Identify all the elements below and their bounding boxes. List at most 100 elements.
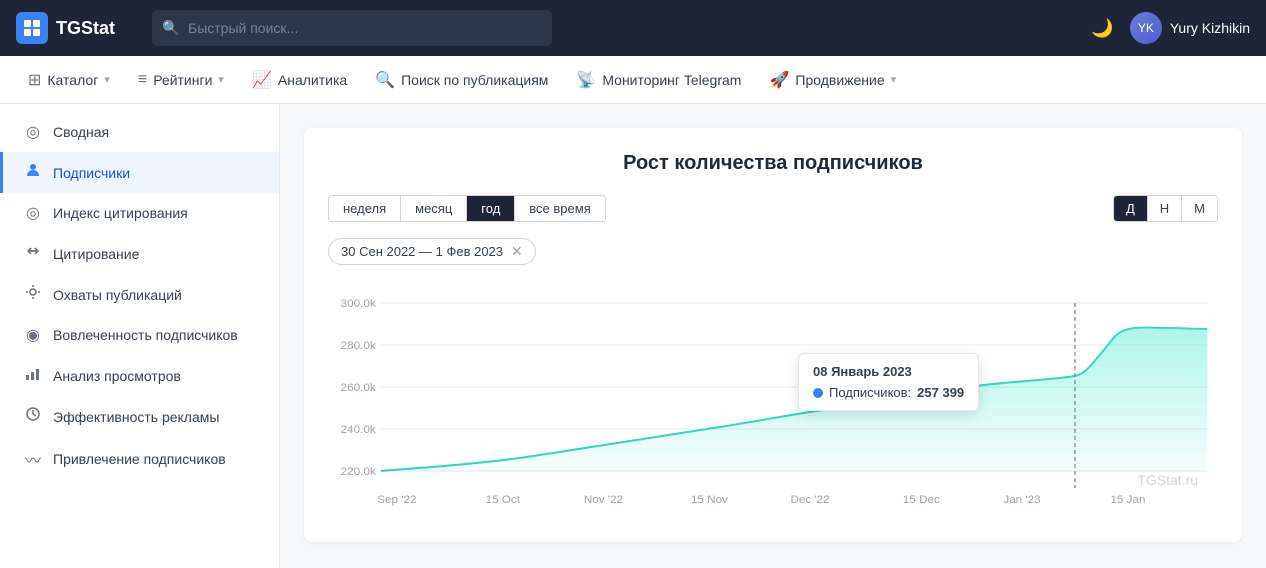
views-icon (23, 365, 43, 386)
secondary-navbar: ⊞ Каталог ▾ ≡ Рейтинги ▾ 📈 Аналитика 🔍 П… (0, 56, 1266, 104)
chart-tooltip: 08 Январь 2023 Подписчиков: 257 399 (798, 353, 979, 411)
citation-icon (23, 243, 43, 264)
logo-text: TGStat (56, 18, 115, 39)
svg-text:260.0k: 260.0k (341, 382, 376, 394)
engagement-icon: ◉ (23, 325, 43, 345)
gran-tab-week[interactable]: Н (1148, 196, 1182, 221)
avatar: YK (1130, 12, 1162, 44)
sidebar-item-attraction[interactable]: 〰 Привлечение подписчиков (0, 437, 279, 481)
promotion-icon: 🚀 (769, 70, 789, 90)
period-tab-month[interactable]: месяц (401, 196, 467, 221)
sidebar-label-citation-index: Индекс цитирования (53, 205, 188, 221)
date-range-text: 30 Сен 2022 — 1 Фев 2023 (341, 244, 503, 259)
period-tab-week[interactable]: неделя (329, 196, 401, 221)
period-tab-year[interactable]: год (467, 196, 515, 221)
logo-icon (16, 12, 48, 44)
sidebar: ◎ Сводная Подписчики ◎ Индекс цитировани… (0, 104, 280, 568)
citation-index-icon: ◎ (23, 203, 43, 223)
sidebar-label-subscribers: Подписчики (53, 165, 130, 181)
sec-nav-analytics-label: Аналитика (278, 72, 347, 88)
sidebar-item-reach[interactable]: Охваты публикаций (0, 274, 279, 315)
tooltip-date: 08 Январь 2023 (813, 364, 964, 379)
chart-svg: 300.0k 280.0k 260.0k 240.0k 220.0k (328, 293, 1218, 513)
content-area: Рост количества подписчиков неделя месяц… (280, 104, 1266, 568)
tooltip-dot (813, 388, 823, 398)
ad-efficiency-icon (23, 406, 43, 427)
attraction-icon: 〰 (23, 447, 43, 471)
sec-nav-promotion[interactable]: 🚀 Продвижение ▾ (757, 64, 908, 96)
catalog-arrow-icon: ▾ (104, 73, 110, 86)
date-range-badge[interactable]: 30 Сен 2022 — 1 Фев 2023 ✕ (328, 238, 536, 265)
logo[interactable]: TGStat (16, 12, 136, 44)
search-input[interactable] (152, 10, 552, 46)
sidebar-item-engagement[interactable]: ◉ Вовлеченность подписчиков (0, 315, 279, 355)
svg-text:240.0k: 240.0k (341, 424, 376, 436)
sec-nav-monitoring-label: Мониторинг Telegram (602, 72, 741, 88)
sec-nav-analytics[interactable]: 📈 Аналитика (240, 64, 359, 96)
tooltip-label: Подписчиков: (829, 385, 911, 400)
top-navbar: TGStat 🔍 🌙 YK Yury Kizhikin (0, 0, 1266, 56)
promotion-arrow-icon: ▾ (891, 73, 897, 86)
chart-svg-wrap: 300.0k 280.0k 260.0k 240.0k 220.0k (328, 293, 1218, 518)
svg-text:280.0k: 280.0k (341, 340, 376, 352)
sidebar-item-views[interactable]: Анализ просмотров (0, 355, 279, 396)
user-menu[interactable]: YK Yury Kizhikin (1130, 12, 1250, 44)
svg-text:Nov '22: Nov '22 (584, 494, 623, 506)
gran-tab-day[interactable]: Д (1114, 196, 1148, 221)
summary-icon: ◎ (23, 122, 43, 142)
svg-text:Sep '22: Sep '22 (377, 494, 416, 506)
svg-text:Dec '22: Dec '22 (791, 494, 830, 506)
search-icon: 🔍 (162, 20, 179, 37)
monitoring-icon: 📡 (576, 70, 596, 90)
user-name: Yury Kizhikin (1170, 20, 1250, 36)
analytics-icon: 📈 (252, 70, 272, 90)
sidebar-label-ad-efficiency: Эффективность рекламы (53, 409, 219, 425)
main-layout: ◎ Сводная Подписчики ◎ Индекс цитировани… (0, 104, 1266, 568)
sidebar-label-views: Анализ просмотров (53, 368, 181, 384)
sec-nav-promotion-label: Продвижение (795, 72, 884, 88)
svg-text:15 Jan: 15 Jan (1110, 494, 1145, 506)
sec-nav-monitoring[interactable]: 📡 Мониторинг Telegram (564, 64, 753, 96)
search-pub-icon: 🔍 (375, 70, 395, 90)
chart-container: Рост количества подписчиков неделя месяц… (304, 128, 1242, 542)
svg-text:300.0k: 300.0k (341, 298, 376, 310)
sec-nav-ratings-label: Рейтинги (153, 72, 212, 88)
sidebar-label-attraction: Привлечение подписчиков (53, 451, 226, 467)
sidebar-item-citation-index[interactable]: ◎ Индекс цитирования (0, 193, 279, 233)
tooltip-row: Подписчиков: 257 399 (813, 385, 964, 400)
search-wrapper: 🔍 (152, 10, 552, 46)
reach-icon (23, 284, 43, 305)
svg-text:15 Dec: 15 Dec (903, 494, 940, 506)
date-range-close-button[interactable]: ✕ (511, 243, 523, 260)
period-tab-all[interactable]: все время (515, 196, 604, 221)
theme-toggle-button[interactable]: 🌙 (1091, 18, 1113, 39)
svg-text:220.0k: 220.0k (341, 466, 376, 478)
sidebar-item-summary[interactable]: ◎ Сводная (0, 112, 279, 152)
sidebar-label-reach: Охваты публикаций (53, 287, 182, 303)
period-tabs: неделя месяц год все время (328, 195, 606, 222)
svg-text:Jan '23: Jan '23 (1003, 494, 1040, 506)
tooltip-value: 257 399 (917, 385, 964, 400)
nav-right: 🌙 YK Yury Kizhikin (1091, 12, 1250, 44)
sec-nav-catalog-label: Каталог (47, 72, 98, 88)
svg-text:15 Nov: 15 Nov (691, 494, 728, 506)
ratings-icon: ≡ (138, 71, 147, 89)
sidebar-label-engagement: Вовлеченность подписчиков (53, 327, 238, 343)
svg-text:15 Oct: 15 Oct (486, 494, 521, 506)
sec-nav-search-pub[interactable]: 🔍 Поиск по публикациям (363, 64, 560, 96)
sidebar-item-subscribers[interactable]: Подписчики (0, 152, 279, 193)
chart-controls: неделя месяц год все время Д Н М (328, 195, 1218, 222)
sec-nav-ratings[interactable]: ≡ Рейтинги ▾ (126, 65, 236, 95)
gran-tab-month[interactable]: М (1182, 196, 1217, 221)
granularity-tabs: Д Н М (1113, 195, 1218, 222)
sidebar-label-citation: Цитирование (53, 246, 139, 262)
sidebar-label-summary: Сводная (53, 124, 109, 140)
sidebar-item-citation[interactable]: Цитирование (0, 233, 279, 274)
chart-title: Рост количества подписчиков (328, 152, 1218, 175)
chart-area (381, 328, 1207, 471)
sec-nav-catalog[interactable]: ⊞ Каталог ▾ (16, 64, 122, 96)
sec-nav-search-pub-label: Поиск по публикациям (401, 72, 548, 88)
sidebar-item-ad-efficiency[interactable]: Эффективность рекламы (0, 396, 279, 437)
watermark: TGStat.ru (1137, 472, 1198, 488)
ratings-arrow-icon: ▾ (218, 73, 224, 86)
